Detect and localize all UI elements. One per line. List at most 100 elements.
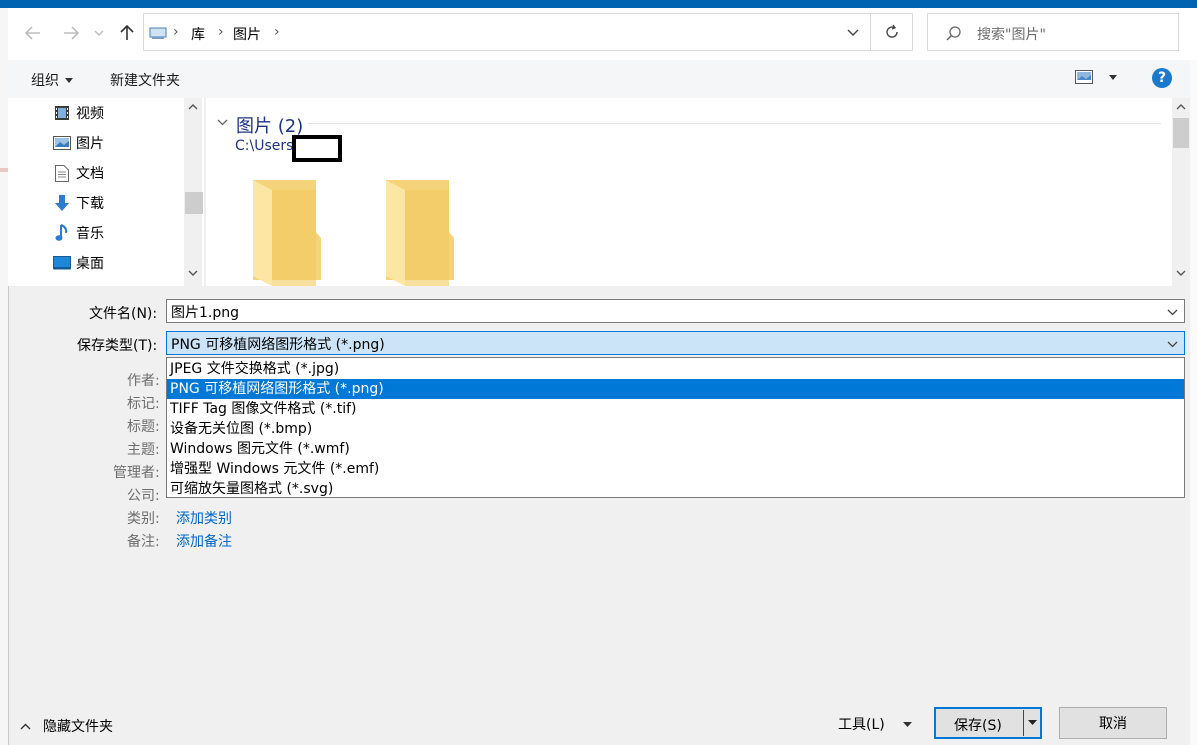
folder-item[interactable] [252,176,328,290]
company-label: 公司: [127,488,160,504]
organize-menu-button[interactable]: 组织 [31,70,73,90]
save-label: 保存(S) [954,718,1002,734]
sidebar-item-music[interactable]: 音乐 [52,218,104,248]
recent-locations-button[interactable] [90,20,108,46]
window-edge [1190,60,1197,745]
subject-label: 主题: [127,442,160,458]
search-box[interactable]: 搜索"图片" [927,13,1179,51]
scroll-up-icon[interactable] [188,104,198,110]
redaction-box [292,135,342,162]
save-options-caret-icon[interactable] [1028,720,1037,725]
music-icon [55,224,68,241]
background-app-accent [0,168,8,172]
tools-label: 工具(L) [838,717,885,733]
document-icon [55,164,69,182]
library-icon [149,27,167,39]
address-bar[interactable]: › 库 › 图片 › [143,13,871,51]
filename-value: 图片1.png [171,305,240,321]
breadcrumb-library[interactable]: 库 [191,24,205,44]
filetype-option-wmf[interactable]: Windows 图元文件 (*.wmf) [167,439,1184,459]
save-button[interactable]: 保存(S) [934,707,1042,739]
comments-label: 备注: [127,534,160,550]
navigation-pane-scroll-thumb[interactable] [185,192,203,214]
filetype-option-bmp[interactable]: 设备无关位图 (*.bmp) [167,419,1184,439]
caret-down-icon [1109,74,1117,80]
group-divider [308,123,1161,124]
file-list-pane [206,98,1172,286]
filetype-option-png[interactable]: PNG 可移植网络图形格式 (*.png) [167,379,1184,399]
chevron-down-icon[interactable] [1167,309,1178,316]
sidebar-item-downloads[interactable]: 下载 [52,188,104,218]
cancel-button[interactable]: 取消 [1059,707,1167,739]
address-history-button[interactable] [836,14,870,50]
video-icon [55,106,69,120]
filetype-option-svg[interactable]: 可缩放矢量图格式 (*.svg) [167,479,1184,499]
sidebar-item-label: 音乐 [76,226,104,242]
sidebar-item-label: 视频 [76,106,104,122]
sidebar-item-videos[interactable]: 视频 [52,98,104,128]
hide-folders-button[interactable]: 隐藏文件夹 [20,716,113,736]
filename-input[interactable]: 图片1.png [166,299,1185,323]
up-button[interactable] [114,20,140,46]
back-button[interactable] [20,20,46,46]
collapse-group-icon[interactable] [217,119,228,126]
forward-arrow-icon [64,26,79,40]
breadcrumb-pictures[interactable]: 图片 [233,24,261,44]
filetype-dropdown-list: JPEG 文件交换格式 (*.jpg) PNG 可移植网络图形格式 (*.png… [166,357,1185,498]
download-icon [55,194,69,211]
picture-icon [53,136,71,150]
organize-label: 组织 [31,73,59,89]
scroll-down-icon[interactable] [1176,270,1186,276]
tools-menu-button[interactable]: 工具(L) [838,714,912,734]
folder-icon [253,180,321,286]
breadcrumb-separator-icon: › [173,24,179,40]
view-options-button[interactable] [1075,70,1117,84]
sidebar-item-desktop[interactable]: 桌面 [52,248,104,278]
tags-label: 标记: [127,396,160,412]
filename-label: 文件名(N): [89,306,158,322]
chevron-down-icon[interactable] [1167,341,1178,348]
category-label: 类别: [127,511,160,527]
up-arrow-icon [120,25,134,40]
scroll-up-icon[interactable] [1176,104,1186,110]
breadcrumb-separator-icon: › [274,24,280,40]
caret-down-icon [65,77,73,83]
caret-down-icon [902,721,912,727]
navigation-pane [8,98,204,286]
view-icon [1075,70,1093,84]
new-folder-button[interactable]: 新建文件夹 [110,70,180,90]
search-icon [946,26,961,41]
add-comments-link[interactable]: 添加备注 [176,531,232,551]
folder-item[interactable] [385,176,461,290]
chevron-down-icon [94,30,104,36]
sidebar-item-label: 图片 [76,136,104,152]
group-path: C:\Users [235,138,294,154]
help-icon: ? [1157,70,1167,86]
hide-folders-label: 隐藏文件夹 [43,719,113,735]
filetype-option-jpg[interactable]: JPEG 文件交换格式 (*.jpg) [167,359,1184,379]
filetype-option-tif[interactable]: TIFF Tag 图像文件格式 (*.tif) [167,399,1184,419]
manager-label: 管理者: [113,465,160,481]
desktop-icon [53,256,71,270]
sidebar-item-pictures[interactable]: 图片 [52,128,104,158]
folder-icon [386,180,454,286]
sidebar-item-documents[interactable]: 文档 [52,158,104,188]
back-arrow-icon [25,26,40,40]
search-placeholder: 搜索"图片" [977,27,1046,43]
background-app-strip [0,8,8,745]
sidebar-item-label: 桌面 [76,256,104,272]
window-title-bar [0,0,1197,8]
command-toolbar [8,60,1197,98]
filetype-value: PNG 可移植网络图形格式 (*.png) [171,337,385,353]
filetype-option-emf[interactable]: 增强型 Windows 元文件 (*.emf) [167,459,1184,479]
refresh-icon [885,24,898,38]
author-label: 作者: [127,373,160,389]
add-category-link[interactable]: 添加类别 [176,508,232,528]
refresh-button[interactable] [871,13,913,51]
file-list-scroll-thumb[interactable] [1173,118,1189,148]
help-button[interactable]: ? [1152,68,1172,88]
forward-button[interactable] [58,20,84,46]
filetype-select[interactable]: PNG 可移植网络图形格式 (*.png) [166,331,1185,355]
scroll-down-icon[interactable] [188,270,198,276]
sidebar-item-label: 下载 [76,196,104,212]
